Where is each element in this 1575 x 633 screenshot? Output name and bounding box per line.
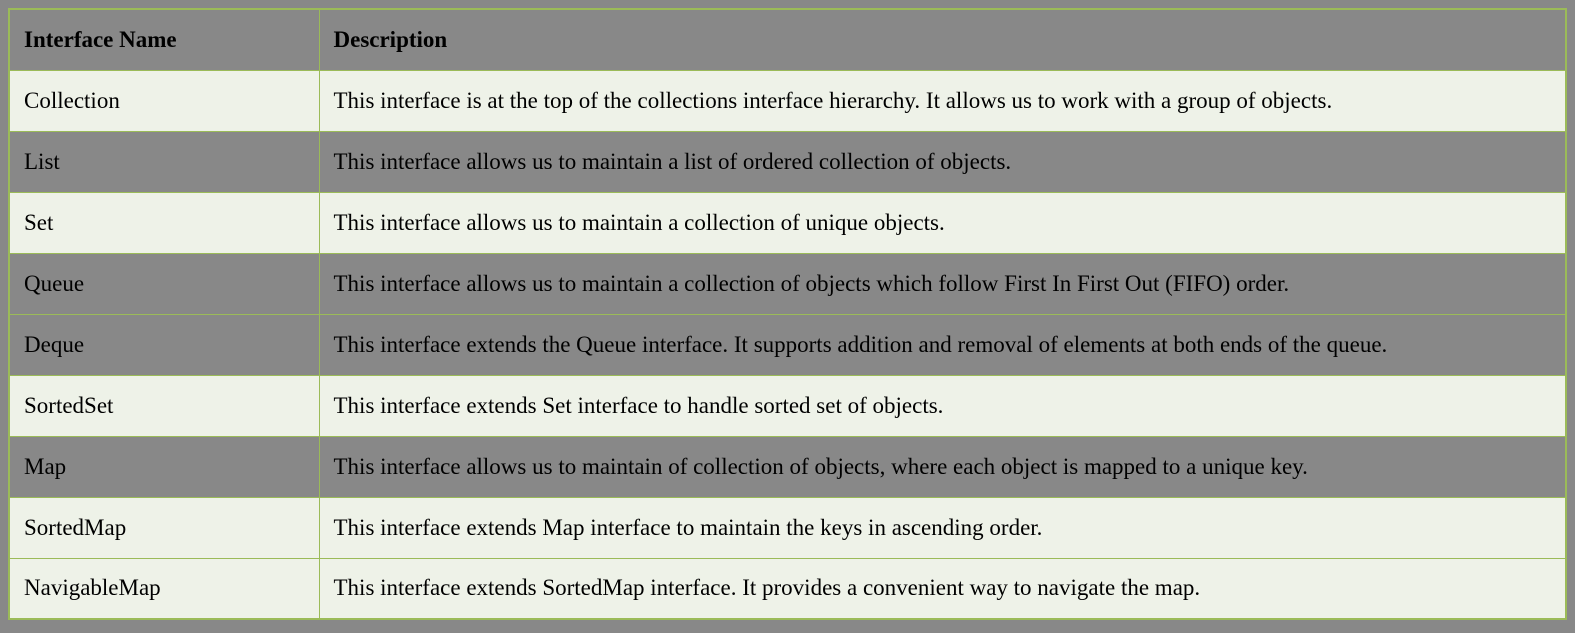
interfaces-table: Interface Name Description CollectionThi…	[8, 8, 1567, 620]
cell-interface-name: Queue	[9, 253, 319, 314]
header-description: Description	[319, 9, 1566, 70]
table-row: SetThis interface allows us to maintain …	[9, 192, 1566, 253]
cell-description: This interface extends SortedMap interfa…	[319, 558, 1566, 619]
cell-interface-name: Set	[9, 192, 319, 253]
table-row: QueueThis interface allows us to maintai…	[9, 253, 1566, 314]
table-row: MapThis interface allows us to maintain …	[9, 436, 1566, 497]
header-interface-name: Interface Name	[9, 9, 319, 70]
table-row: ListThis interface allows us to maintain…	[9, 131, 1566, 192]
cell-interface-name: SortedSet	[9, 375, 319, 436]
cell-interface-name: Map	[9, 436, 319, 497]
cell-description: This interface allows us to maintain a l…	[319, 131, 1566, 192]
cell-description: This interface allows us to maintain a c…	[319, 192, 1566, 253]
table-header-row: Interface Name Description	[9, 9, 1566, 70]
cell-interface-name: List	[9, 131, 319, 192]
table-row: DequeThis interface extends the Queue in…	[9, 314, 1566, 375]
cell-interface-name: Collection	[9, 70, 319, 131]
cell-description: This interface allows us to maintain of …	[319, 436, 1566, 497]
cell-interface-name: NavigableMap	[9, 558, 319, 619]
table-row: SortedMapThis interface extends Map inte…	[9, 497, 1566, 558]
cell-description: This interface extends Set interface to …	[319, 375, 1566, 436]
cell-description: This interface extends Map interface to …	[319, 497, 1566, 558]
table-body: CollectionThis interface is at the top o…	[9, 70, 1566, 619]
cell-interface-name: Deque	[9, 314, 319, 375]
table-row: NavigableMapThis interface extends Sorte…	[9, 558, 1566, 619]
table-row: SortedSetThis interface extends Set inte…	[9, 375, 1566, 436]
table-row: CollectionThis interface is at the top o…	[9, 70, 1566, 131]
cell-description: This interface is at the top of the coll…	[319, 70, 1566, 131]
cell-interface-name: SortedMap	[9, 497, 319, 558]
cell-description: This interface extends the Queue interfa…	[319, 314, 1566, 375]
cell-description: This interface allows us to maintain a c…	[319, 253, 1566, 314]
